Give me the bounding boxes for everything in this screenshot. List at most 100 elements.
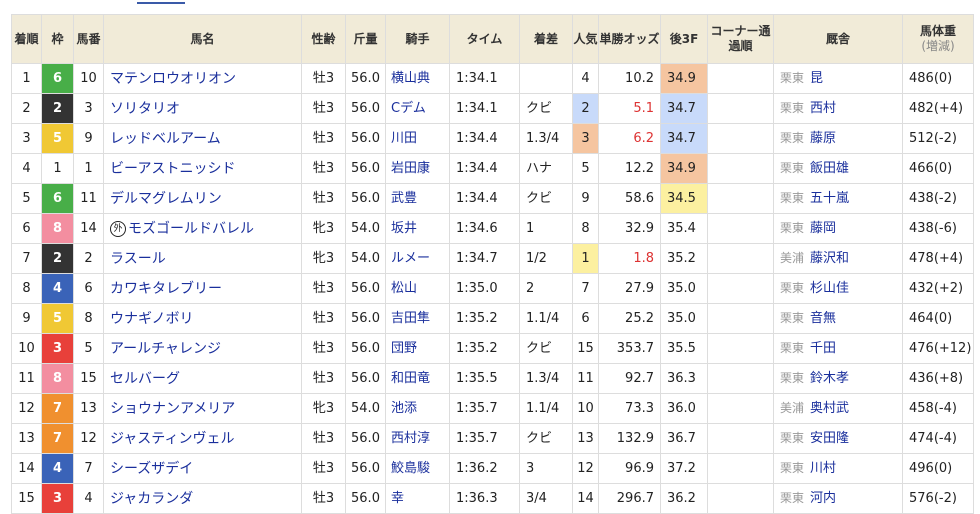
header-uma[interactable]: 馬番 <box>73 14 104 64</box>
trainer-link[interactable]: 昆 <box>810 71 823 86</box>
jockey-link[interactable]: 岩田康 <box>385 153 450 184</box>
jockey-link-text[interactable]: 池添 <box>391 401 417 416</box>
odds-cell-text: 25.2 <box>625 310 654 326</box>
header-pop[interactable]: 人気 <box>572 14 599 64</box>
horse-name-link-text[interactable]: ビーアストニッシド <box>110 161 235 177</box>
popularity-cell: 11 <box>572 363 599 394</box>
jockey-link-text[interactable]: Cデム <box>391 101 426 116</box>
popularity-cell: 8 <box>572 213 599 244</box>
trainer-link[interactable]: 五十嵐 <box>810 191 849 206</box>
horse-name-link[interactable]: シーズザデイ <box>103 453 302 484</box>
jockey-link-text[interactable]: 鮫島駿 <box>391 461 430 476</box>
horse-name-link-text[interactable]: マテンロウオリオン <box>110 71 236 87</box>
header-waku[interactable]: 枠 <box>41 14 74 64</box>
horse-name-link[interactable]: ショウナンアメリア <box>103 393 302 424</box>
horse-name-link-text[interactable]: デルマグレムリン <box>110 191 222 207</box>
jockey-link[interactable]: 和田竜 <box>385 363 450 394</box>
jockey-link-text[interactable]: 坂井 <box>391 221 417 236</box>
trainer-link[interactable]: 河内 <box>810 491 836 506</box>
horse-name-link-text[interactable]: ショウナンアメリア <box>110 401 235 417</box>
trainer-link[interactable]: 川村 <box>810 461 836 476</box>
body-weight-cell-text: 496(0) <box>909 460 953 476</box>
horse-name-link[interactable]: マテンロウオリオン <box>103 63 302 94</box>
jockey-link[interactable]: 吉田隼 <box>385 303 450 334</box>
table-row: 2 2 3 ソリタリオ 牡3 56.0 Cデム 1:34.1 クビ 2 5.1 34.7 栗東 西村 482… <box>11 93 974 124</box>
horse-name-link[interactable]: ジャカランダ <box>103 483 302 514</box>
horse-name-link-text[interactable]: ソリタリオ <box>110 101 180 117</box>
trainer-link[interactable]: 杉山佳 <box>810 281 849 296</box>
jockey-link[interactable]: 幸 <box>385 483 450 514</box>
trainer-link[interactable]: 藤原 <box>810 131 836 146</box>
jockey-link-text[interactable]: 吉田隼 <box>391 311 430 326</box>
body-weight-cell-text: 466(0) <box>909 160 953 176</box>
horse-name-link-text[interactable]: アールチャレンジ <box>110 341 221 357</box>
jockey-link-text[interactable]: ルメー <box>391 251 430 266</box>
jockey-link-text[interactable]: 和田竜 <box>391 371 430 386</box>
trainer-link[interactable]: 奥村武 <box>810 401 849 416</box>
horse-name-link[interactable]: アールチャレンジ <box>103 333 302 364</box>
header-sexage[interactable]: 性齢 <box>301 14 346 64</box>
trainer-link[interactable]: 音無 <box>810 311 836 326</box>
trainer-link[interactable]: 安田隆 <box>810 431 849 446</box>
horse-name-link-text[interactable]: ウナギノボリ <box>110 311 193 327</box>
horse-name-link-text[interactable]: レッドベルアーム <box>110 131 221 147</box>
trainer-link[interactable]: 千田 <box>810 341 836 356</box>
horse-name-link[interactable]: 外モズゴールドバレル <box>103 213 302 244</box>
horse-name-link[interactable]: ウナギノボリ <box>103 303 302 334</box>
header-odds[interactable]: 単勝オッズ <box>598 14 661 64</box>
header-last3f[interactable]: 後3F <box>660 14 708 64</box>
trainer-link[interactable]: 西村 <box>810 101 836 116</box>
horse-name-link[interactable]: デルマグレムリン <box>103 183 302 214</box>
jockey-link[interactable]: 鮫島駿 <box>385 453 450 484</box>
jockey-link[interactable]: 川田 <box>385 123 450 154</box>
jockey-link-text[interactable]: 松山 <box>391 281 417 296</box>
horse-name-link-text[interactable]: モズゴールドバレル <box>128 221 254 237</box>
rank-cell-text: 9 <box>22 310 31 326</box>
horse-name-link-text[interactable]: カワキタレブリー <box>110 281 222 297</box>
time-cell-text: 1:34.7 <box>456 250 498 266</box>
horse-name-link[interactable]: ラスール <box>103 243 302 274</box>
jockey-link[interactable]: ルメー <box>385 243 450 274</box>
trainer-link[interactable]: 藤岡 <box>810 221 836 236</box>
horse-name-link[interactable]: ジャスティンヴェル <box>103 423 302 454</box>
horse-name-link-text[interactable]: シーズザデイ <box>110 461 193 477</box>
jockey-link-text[interactable]: 団野 <box>391 341 417 356</box>
header-margin[interactable]: 着差 <box>519 14 573 64</box>
header-jockey[interactable]: 騎手 <box>385 14 450 64</box>
jockey-link[interactable]: 坂井 <box>385 213 450 244</box>
jockey-link-text[interactable]: 岩田康 <box>391 161 430 176</box>
jockey-link-text[interactable]: 幸 <box>391 491 404 506</box>
jockey-link-text[interactable]: 武豊 <box>391 191 417 206</box>
jockey-link[interactable]: 池添 <box>385 393 450 424</box>
header-time[interactable]: タイム <box>449 14 520 64</box>
header-weight[interactable]: 斤量 <box>345 14 386 64</box>
horse-name-link-text[interactable]: ジャスティンヴェル <box>110 431 234 447</box>
jockey-link[interactable]: 松山 <box>385 273 450 304</box>
header-rank[interactable]: 着順 <box>11 14 42 64</box>
jockey-link[interactable]: 武豊 <box>385 183 450 214</box>
trainer-link[interactable]: 鈴木孝 <box>810 371 849 386</box>
horse-name-link[interactable]: カワキタレブリー <box>103 273 302 304</box>
header-corner[interactable]: コーナー通過順 <box>707 14 774 64</box>
horse-name-link-text[interactable]: ラスール <box>110 251 166 267</box>
horse-name-link-text[interactable]: セルバーグ <box>110 371 180 387</box>
jockey-link[interactable]: 団野 <box>385 333 450 364</box>
jockey-link-text[interactable]: 横山典 <box>391 71 430 86</box>
trainer-link[interactable]: 藤沢和 <box>810 251 849 266</box>
jockey-link-text[interactable]: 西村淳 <box>391 431 430 446</box>
horse-name-link[interactable]: レッドベルアーム <box>103 123 302 154</box>
header-body[interactable]: 馬体重 (増減) <box>902 14 974 64</box>
sex-age-cell: 牡3 <box>301 93 346 124</box>
jockey-link[interactable]: 西村淳 <box>385 423 450 454</box>
horse-name-link[interactable]: セルバーグ <box>103 363 302 394</box>
horse-name-link-text[interactable]: ジャカランダ <box>110 491 193 507</box>
jockey-link[interactable]: 横山典 <box>385 63 450 94</box>
header-name[interactable]: 馬名 <box>103 14 302 64</box>
horse-name-link[interactable]: ソリタリオ <box>103 93 302 124</box>
horse-name-link[interactable]: ビーアストニッシド <box>103 153 302 184</box>
jockey-link[interactable]: Cデム <box>385 93 450 124</box>
odds-cell: 296.7 <box>598 483 661 514</box>
header-trainer[interactable]: 厩舎 <box>773 14 903 64</box>
jockey-link-text[interactable]: 川田 <box>391 131 417 146</box>
trainer-link[interactable]: 飯田雄 <box>810 161 849 176</box>
